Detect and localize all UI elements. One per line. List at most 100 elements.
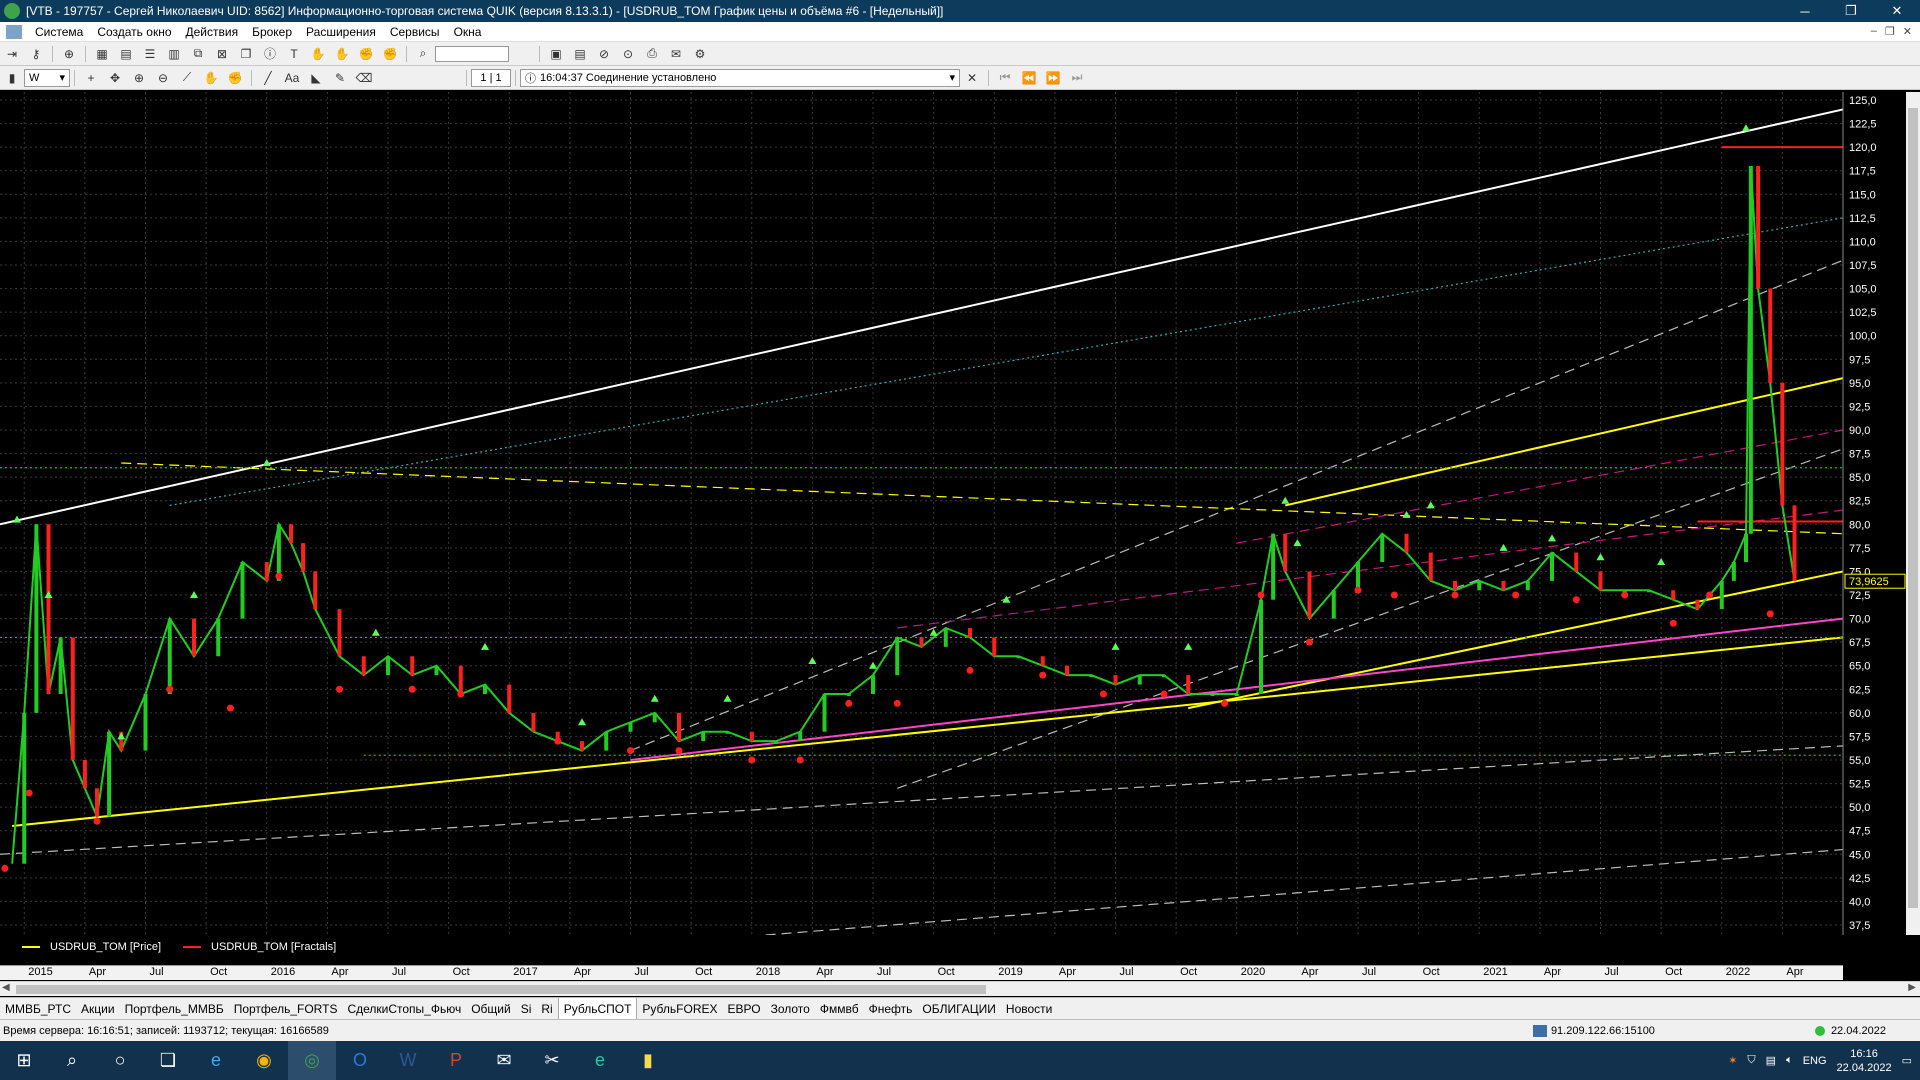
vertical-scroll-thumb[interactable] [1908, 108, 1918, 908]
key-icon[interactable]: ⚷ [26, 45, 46, 63]
mail-icon[interactable]: ✉ [480, 1041, 528, 1080]
status-message-box[interactable]: ⓘ 16:04:37 Соединение установлено ▾ [520, 68, 960, 87]
mdi-restore-button[interactable]: ❐ [1885, 25, 1895, 38]
menu-extensions[interactable]: Расширения [299, 25, 383, 39]
notifications-icon[interactable]: ▭ [1902, 1054, 1912, 1067]
sticky-notes-icon[interactable]: ▮ [624, 1041, 672, 1080]
chrome-icon[interactable]: ◉ [240, 1041, 288, 1080]
tray-app-icon[interactable]: ✶ [1728, 1054, 1737, 1067]
close-icon[interactable]: ✕ [962, 69, 982, 87]
orders-icon[interactable]: ▤ [570, 45, 590, 63]
crosshair-icon[interactable]: + [81, 69, 101, 87]
menu-broker[interactable]: Брокер [245, 25, 299, 39]
tab-8[interactable]: РубльСПОТ [557, 997, 638, 1020]
edge-icon[interactable]: e [576, 1041, 624, 1080]
snipping-icon[interactable]: ✂ [528, 1041, 576, 1080]
search-icon[interactable]: ⌕ [48, 1041, 96, 1080]
first-icon[interactable]: ⏮ [995, 69, 1015, 87]
tab-2[interactable]: Портфель_ММВБ [120, 998, 229, 1020]
tab-14[interactable]: ОБЛИГАЦИИ [917, 998, 1001, 1020]
close-button[interactable]: ✕ [1874, 0, 1920, 22]
tab-3[interactable]: Портфель_FORTS [229, 998, 343, 1020]
horizontal-scroll-thumb[interactable] [16, 985, 986, 994]
stop-orders-icon[interactable]: ⊘ [594, 45, 614, 63]
deals-icon[interactable]: ⊙ [618, 45, 638, 63]
delete-window-icon[interactable]: ⊠ [212, 45, 232, 63]
tab-0[interactable]: ММВБ_РТС [0, 998, 76, 1020]
quik-taskbar-icon[interactable]: ◎ [288, 1041, 336, 1080]
tab-15[interactable]: Новости [1001, 998, 1057, 1020]
zoom-in-icon[interactable]: ⊕ [129, 69, 149, 87]
zoom-window-icon[interactable]: ⧉ [188, 45, 208, 63]
pan-icon[interactable]: ✋ [201, 69, 221, 87]
edit-icon[interactable]: ✎ [330, 69, 350, 87]
menu-create-window[interactable]: Создать окно [90, 25, 178, 39]
mdi-close-button[interactable]: ✕ [1903, 25, 1912, 38]
next-icon[interactable]: ⏩ [1043, 69, 1063, 87]
tab-11[interactable]: Золото [766, 998, 815, 1020]
maximize-button[interactable]: ❐ [1828, 0, 1874, 22]
mail-icon[interactable]: ✉ [666, 45, 686, 63]
info-icon[interactable]: ⓘ [260, 45, 280, 63]
fill-icon[interactable]: ◣ [306, 69, 326, 87]
ie-browser-icon[interactable]: e [192, 1041, 240, 1080]
tab-13[interactable]: Фнефть [864, 998, 918, 1020]
menu-services[interactable]: Сервисы [383, 25, 447, 39]
task-view-icon[interactable]: ❏ [144, 1041, 192, 1080]
text-label-icon[interactable]: Aa [282, 69, 302, 87]
clock[interactable]: 16:16 22.04.2022 [1837, 1047, 1892, 1075]
scroll-right-icon[interactable]: ▶ [1908, 982, 1916, 993]
powerpoint-icon[interactable]: P [432, 1041, 480, 1080]
tab-9[interactable]: РубльFOREX [637, 998, 722, 1020]
list-icon[interactable]: ☰ [140, 45, 160, 63]
legend-fractals[interactable]: USDRUB_TOM [Fractals] [183, 941, 336, 953]
zoom-out-icon[interactable]: ⊖ [153, 69, 173, 87]
minimize-button[interactable]: ─ [1782, 0, 1828, 22]
menu-windows[interactable]: Окна [447, 25, 489, 39]
move-icon[interactable]: ✥ [105, 69, 125, 87]
tab-1[interactable]: Акции [76, 998, 120, 1020]
tab-10[interactable]: ЕВРО [723, 998, 766, 1020]
prev-icon[interactable]: ⏪ [1019, 69, 1039, 87]
word-icon[interactable]: W [384, 1041, 432, 1080]
tab-7[interactable]: Ri [536, 998, 557, 1020]
search-icon[interactable]: ⌕ [413, 45, 433, 63]
hand-icon[interactable]: ✋ [308, 45, 328, 63]
line-tool-icon[interactable]: ╱ [258, 69, 278, 87]
text-tool-icon[interactable]: T [284, 45, 304, 63]
print-icon[interactable]: ⎙ [642, 45, 662, 63]
new-order-icon[interactable]: ⊕ [59, 45, 79, 63]
windows-start-icon[interactable]: ⊞ [0, 1041, 48, 1080]
copy-window-icon[interactable]: ❐ [236, 45, 256, 63]
quotes-icon[interactable]: ▤ [116, 45, 136, 63]
mdi-minimize-button[interactable]: – [1871, 25, 1877, 38]
shield-icon[interactable]: ⛉ [1747, 1054, 1755, 1067]
tab-6[interactable]: Si [516, 998, 537, 1020]
chart-type-icon[interactable]: ▮ [2, 69, 22, 87]
portfolio-icon[interactable]: ▣ [546, 45, 566, 63]
table-icon[interactable]: ▦ [92, 45, 112, 63]
ruler-icon[interactable]: ⟋ [177, 69, 197, 87]
cortana-icon[interactable]: ○ [96, 1041, 144, 1080]
keyboard-lang[interactable]: ENG [1803, 1055, 1827, 1067]
chart-window-icon[interactable]: ▥ [164, 45, 184, 63]
legend-price[interactable]: USDRUB_TOM [Price] [22, 941, 161, 953]
settings-icon[interactable]: ⚙ [690, 45, 710, 63]
grab-hand-icon[interactable]: ✊ [225, 69, 245, 87]
arrow-icon[interactable]: ⇥ [2, 45, 22, 63]
volume-icon[interactable]: 🔈︎ [1786, 1054, 1793, 1067]
chart-svg[interactable]: 125,0 122,5 120,0 117,5 115,0 112,5 110,0 107,5… [0, 92, 1906, 997]
vertical-scrollbar[interactable] [1906, 92, 1920, 935]
last-icon[interactable]: ⏭ [1067, 69, 1087, 87]
price-chart[interactable]: 125,0 122,5 120,0 117,5 115,0 112,5 110,0 107,5… [0, 92, 1920, 997]
outlook-icon[interactable]: O [336, 1041, 384, 1080]
hand-multi-icon[interactable]: ✋ [332, 45, 352, 63]
system-menu-icon[interactable] [6, 24, 22, 39]
menu-actions[interactable]: Действия [179, 25, 246, 39]
interval-select[interactable]: W ▾ [24, 68, 70, 87]
search-input[interactable] [435, 45, 509, 62]
tab-4[interactable]: СделкиСтопы_Фьюч [342, 998, 466, 1020]
scroll-left-icon[interactable]: ◀ [2, 982, 10, 993]
horizontal-scrollbar[interactable]: ◀ ▶ [0, 981, 1920, 996]
tab-12[interactable]: Фммвб [815, 998, 864, 1020]
